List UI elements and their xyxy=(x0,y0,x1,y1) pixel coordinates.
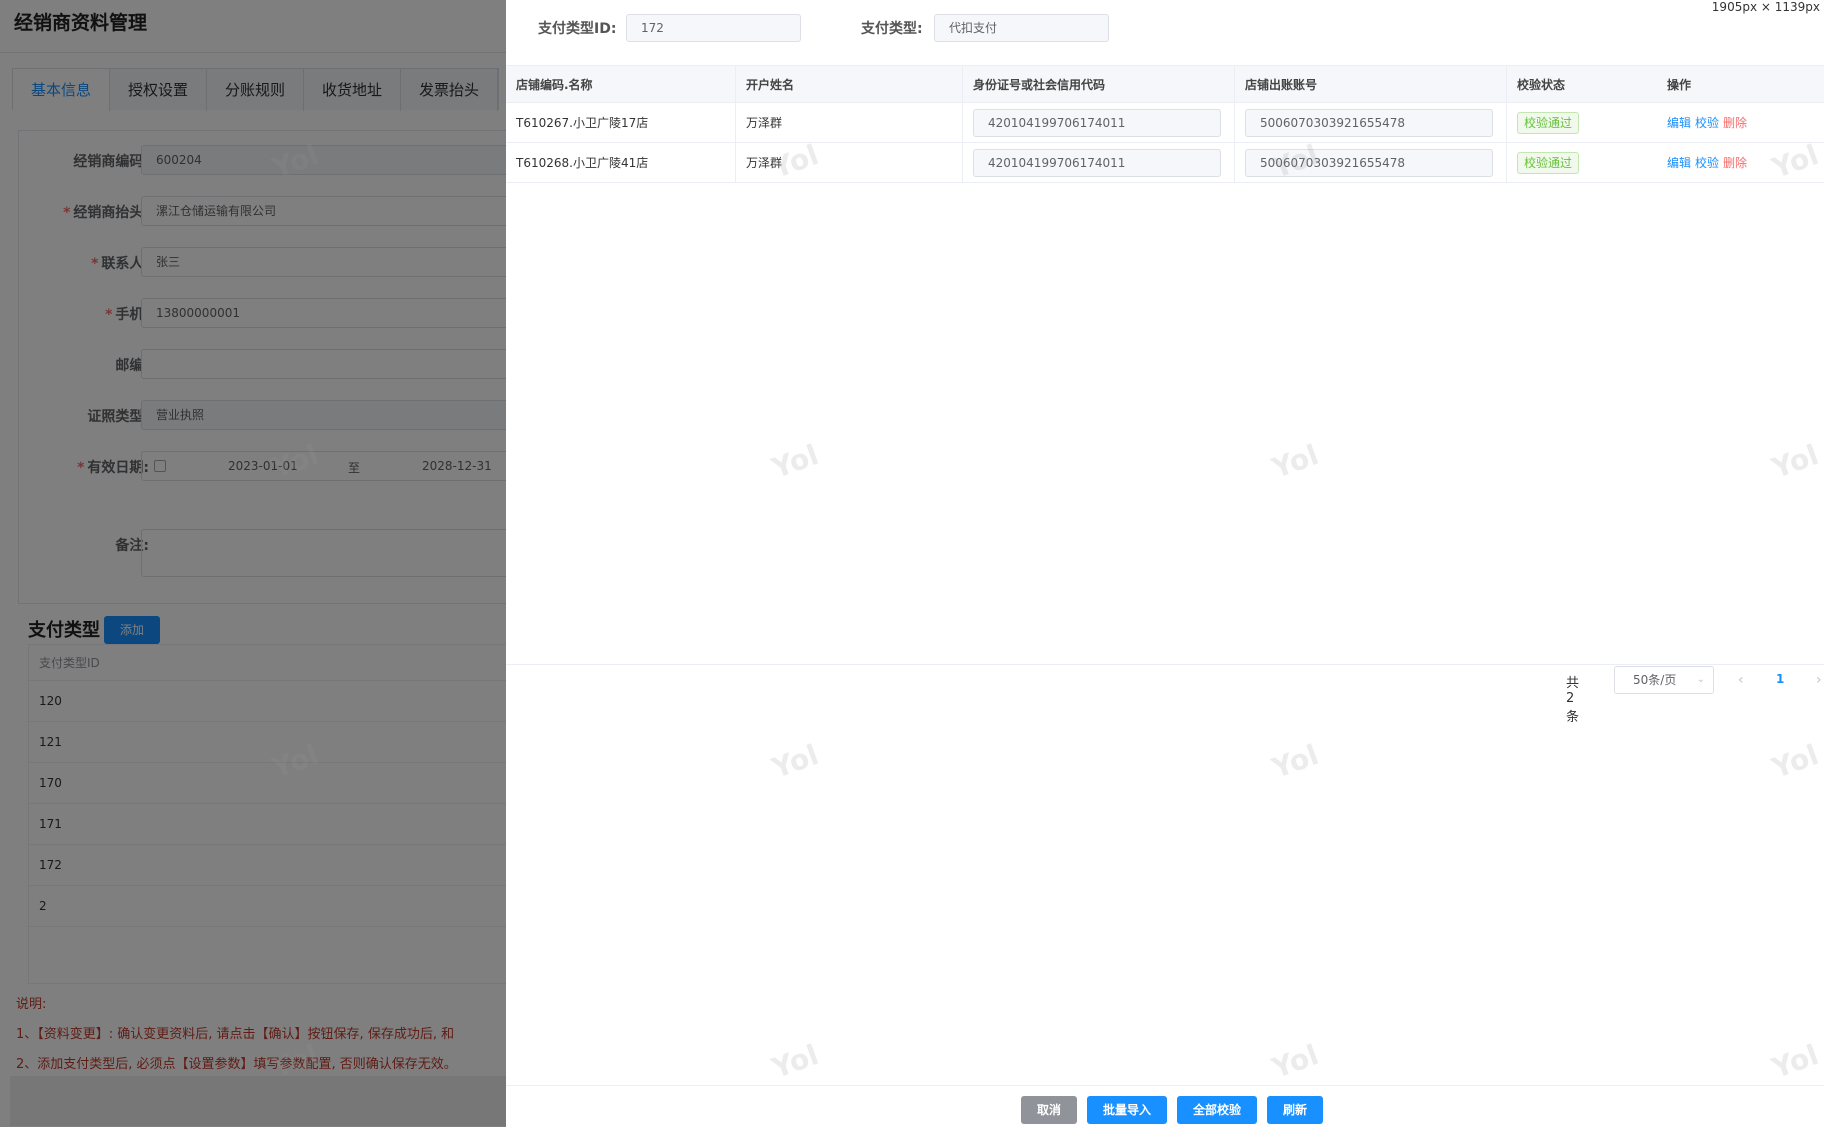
pay-type-id-label: 支付类型ID: xyxy=(538,21,617,37)
watermark: Yol xyxy=(1767,1038,1823,1085)
dimensions-note: 1905px × 1139px xyxy=(1707,0,1824,14)
chevron-down-icon: ⌄ xyxy=(1696,674,1705,685)
verify-status-cell: 校验通过 xyxy=(1507,143,1657,182)
verify-status-cell: 校验通过 xyxy=(1507,103,1657,142)
pay-type-id-field[interactable]: 172 xyxy=(626,14,801,42)
col-id-number: 身份证号或社会信用代码 xyxy=(963,66,1235,102)
col-actions: 操作 xyxy=(1667,77,1692,92)
actions-cell: 编辑 校验 删除 xyxy=(1657,143,1824,182)
store-account-table: 店铺编码.名称 开户姓名 身份证号或社会信用代码 店铺出账账号 校验状态 操作 … xyxy=(506,65,1824,665)
table-row: T610268.小卫广陵41店 万泽群 420104199706174011 5… xyxy=(506,143,1824,183)
store-account-cell: 5006070303921655478 xyxy=(1235,103,1507,142)
edit-link[interactable]: 编辑 xyxy=(1667,114,1691,131)
pager-total: 共2条 xyxy=(1566,676,1580,725)
verify-link[interactable]: 校验 xyxy=(1695,114,1719,131)
col-verify-status: 校验状态 xyxy=(1517,77,1566,92)
next-page-icon[interactable]: › xyxy=(1816,672,1822,688)
page-size-value: 50条/页 xyxy=(1633,673,1677,687)
status-badge: 校验通过 xyxy=(1517,151,1580,174)
id-number-input[interactable]: 420104199706174011 xyxy=(973,108,1221,137)
table-header: 店铺编码.名称 开户姓名 身份证号或社会信用代码 店铺出账账号 校验状态 操作 xyxy=(506,66,1824,103)
store-cell: T610268.小卫广陵41店 xyxy=(506,143,736,182)
watermark: Yol xyxy=(1267,1038,1323,1085)
id-number-input[interactable]: 420104199706174011 xyxy=(973,148,1221,177)
col-account-name: 开户姓名 xyxy=(736,66,963,102)
account-name-cell: 万泽群 xyxy=(736,143,963,182)
delete-link[interactable]: 删除 xyxy=(1723,114,1747,131)
watermark: Yol xyxy=(767,1038,823,1085)
table-row: T610267.小卫广陵17店 万泽群 420104199706174011 5… xyxy=(506,103,1824,143)
delete-link[interactable]: 删除 xyxy=(1723,154,1747,171)
account-name-cell: 万泽群 xyxy=(736,103,963,142)
batch-import-button[interactable]: 批量导入 xyxy=(1087,1096,1167,1124)
col-store: 店铺编码.名称 xyxy=(506,66,736,102)
col-store-account: 店铺出账账号 xyxy=(1235,66,1507,102)
pay-type-field[interactable]: 代扣支付 xyxy=(934,14,1109,42)
store-account-drawer: 1905px × 1139px 支付类型ID: 172 支付类型: 代扣支付 店… xyxy=(506,0,1824,1127)
store-account-input[interactable]: 5006070303921655478 xyxy=(1245,148,1493,177)
watermark: Yol xyxy=(1267,738,1323,785)
store-cell: T610267.小卫广陵17店 xyxy=(506,103,736,142)
watermark: Yol xyxy=(1767,738,1823,785)
id-number-cell: 420104199706174011 xyxy=(963,143,1235,182)
store-account-input[interactable]: 5006070303921655478 xyxy=(1245,108,1493,137)
drawer-footer: 取消 批量导入 全部校验 刷新 xyxy=(506,1085,1824,1127)
refresh-button[interactable]: 刷新 xyxy=(1267,1096,1323,1124)
verify-all-button[interactable]: 全部校验 xyxy=(1177,1096,1257,1124)
page-number[interactable]: 1 xyxy=(1776,672,1784,686)
verify-link[interactable]: 校验 xyxy=(1695,154,1719,171)
id-number-cell: 420104199706174011 xyxy=(963,103,1235,142)
status-badge: 校验通过 xyxy=(1517,111,1580,134)
store-account-cell: 5006070303921655478 xyxy=(1235,143,1507,182)
pay-type-label: 支付类型: xyxy=(861,21,923,37)
watermark: Yol xyxy=(767,738,823,785)
actions-cell: 编辑 校验 删除 xyxy=(1657,103,1824,142)
cancel-button[interactable]: 取消 xyxy=(1021,1096,1077,1124)
page-size-select[interactable]: 50条/页 ⌄ xyxy=(1614,666,1714,694)
prev-page-icon[interactable]: ‹ xyxy=(1738,672,1744,688)
edit-link[interactable]: 编辑 xyxy=(1667,154,1691,171)
